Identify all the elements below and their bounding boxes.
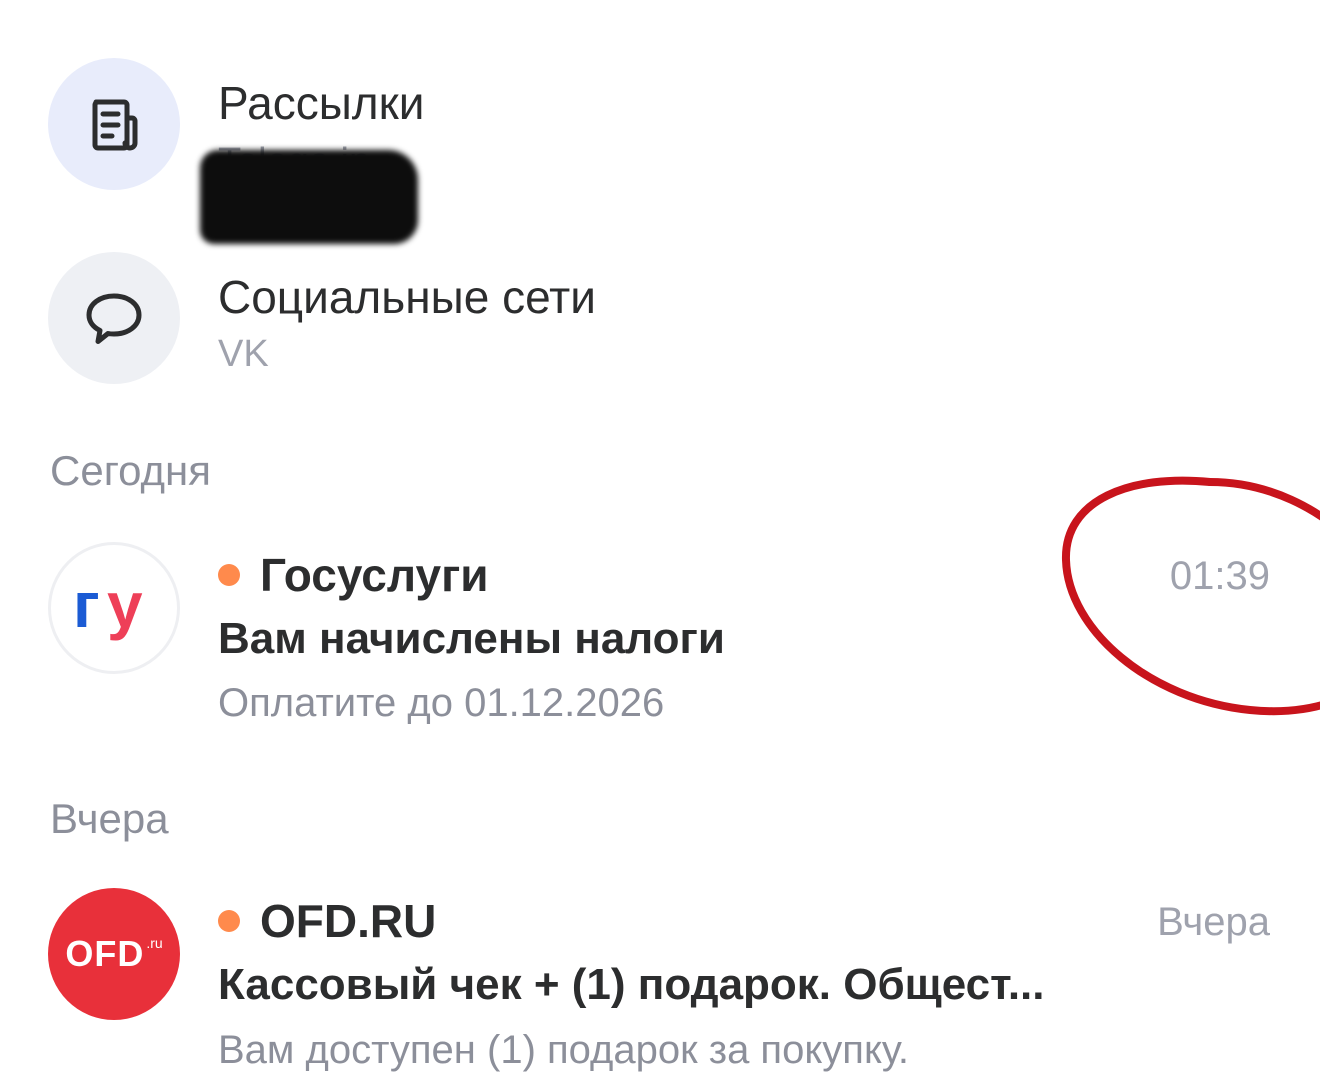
email-row-gosuslugi[interactable]: г у Госуслуги 01:39 Вам начислены налоги… (0, 540, 1320, 740)
section-header-yesterday: Вчера (50, 795, 169, 842)
folder-newsletters[interactable]: Рассылки Telega.in (0, 58, 1320, 192)
email-time: 01:39 (1169, 554, 1270, 598)
folder-title: Рассылки (218, 77, 425, 129)
folder-social[interactable]: Социальные сети VK (0, 252, 1320, 386)
redaction-scribble (200, 150, 418, 244)
svg-text:у: у (107, 573, 143, 641)
sender-name: Госуслуги (260, 549, 489, 601)
unread-dot (218, 564, 240, 586)
email-row-ofd[interactable]: OFD .ru OFD.RU Вчера Кассовый чек + (1) … (0, 888, 1320, 1081)
email-snippet: Вам доступен (1) подарок за покупку. (218, 1028, 909, 1072)
newsletter-icon (48, 58, 180, 190)
avatar-suffix: .ru (146, 935, 163, 951)
folder-title: Социальные сети (218, 271, 596, 323)
sender-name: OFD.RU (260, 895, 437, 947)
avatar: OFD .ru (48, 888, 180, 1020)
email-subject: Кассовый чек + (1) подарок. Общест... (218, 960, 1045, 1009)
svg-text:г: г (73, 573, 100, 641)
unread-dot (218, 910, 240, 932)
folder-subtitle: VK (218, 333, 269, 375)
section-header-today: Сегодня (50, 447, 211, 494)
email-subject: Вам начислены налоги (218, 614, 725, 663)
avatar: г у (48, 542, 180, 674)
email-time: Вчера (1157, 900, 1270, 944)
email-snippet: Оплатите до 01.12.2026 (218, 681, 665, 725)
avatar-text: OFD (65, 933, 145, 974)
chat-bubble-icon (48, 252, 180, 384)
